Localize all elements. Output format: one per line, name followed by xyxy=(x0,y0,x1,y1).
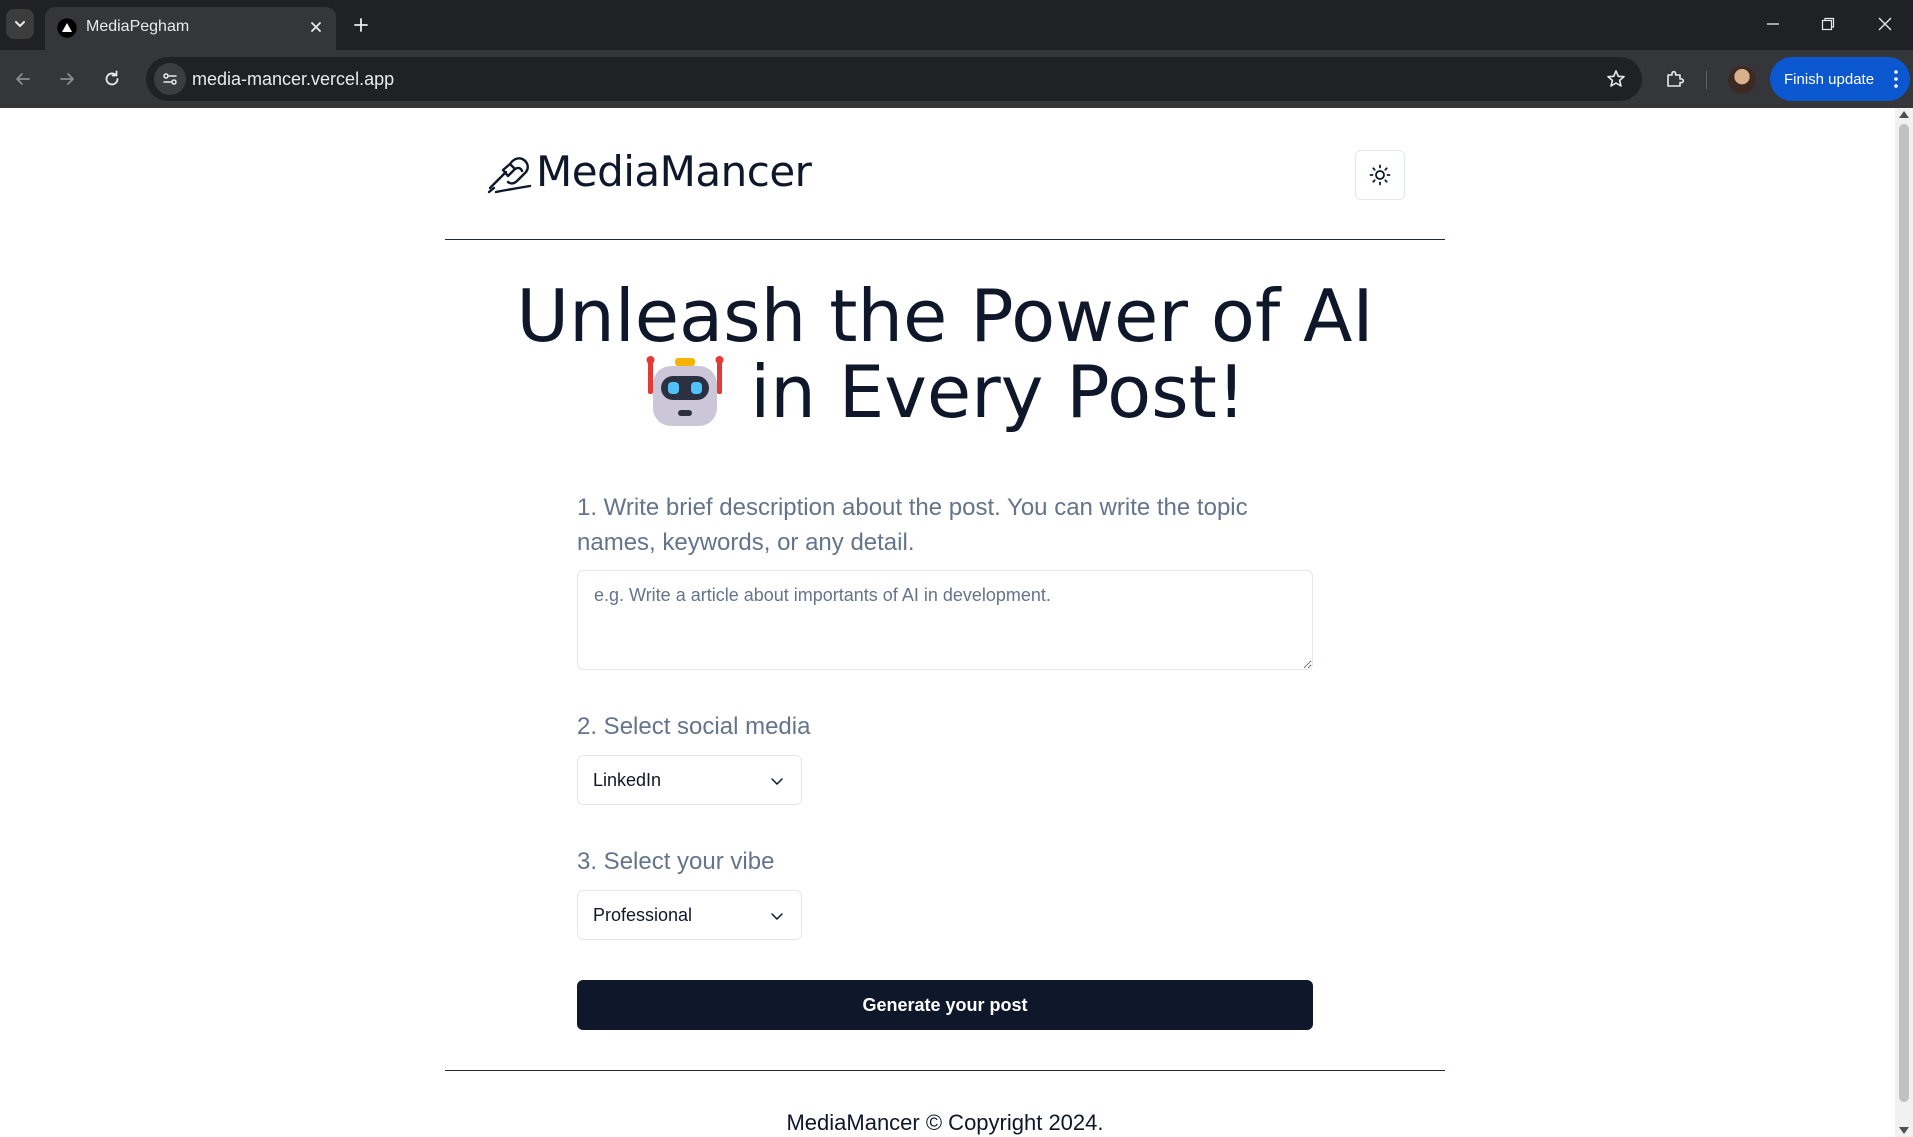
extensions-puzzle-icon[interactable] xyxy=(1658,62,1692,96)
tab-close-icon[interactable] xyxy=(304,15,328,39)
restore-icon[interactable] xyxy=(1802,6,1854,42)
theme-toggle-button[interactable] xyxy=(1355,150,1405,200)
profile-avatar[interactable] xyxy=(1728,66,1756,94)
vibe-select[interactable]: Professional xyxy=(577,890,802,940)
brand-logo[interactable]: MediaMancer xyxy=(486,146,812,196)
vibe-value: Professional xyxy=(593,904,693,925)
page-scrollbar[interactable] xyxy=(1895,108,1913,1137)
site-settings-icon[interactable] xyxy=(154,63,186,95)
social-media-label: 2. Select social media xyxy=(577,713,811,740)
back-arrow-icon[interactable] xyxy=(6,62,40,96)
brand-name: MediaMancer xyxy=(536,146,812,196)
chevron-down-icon xyxy=(771,778,783,785)
header-divider xyxy=(445,239,1445,240)
robot-icon xyxy=(646,356,724,426)
social-media-value: LinkedIn xyxy=(593,769,662,790)
social-media-select[interactable]: LinkedIn xyxy=(577,755,802,805)
page-viewport: MediaMancer Unleash the Power of AI in E… xyxy=(0,108,1913,1137)
sun-icon xyxy=(1369,164,1391,186)
forward-arrow-icon[interactable] xyxy=(50,62,84,96)
hero-heading: Unleash the Power of AI in Every Post! xyxy=(445,278,1445,430)
vercel-favicon-icon xyxy=(57,18,77,38)
chevron-down-icon xyxy=(771,913,783,920)
more-options-icon xyxy=(1894,70,1898,88)
tab-search-button[interactable] xyxy=(6,9,34,39)
footer-divider xyxy=(445,1070,1445,1071)
scroll-down-arrow-icon[interactable] xyxy=(1899,1127,1909,1134)
scroll-thumb[interactable] xyxy=(1899,124,1909,1102)
footer-copyright: MediaMancer © Copyright 2024. xyxy=(786,1110,1104,1135)
description-label: 1. Write brief description about the pos… xyxy=(577,494,1248,556)
browser-tab-bar: MediaPegham xyxy=(0,0,1913,50)
finish-update-button[interactable]: Finish update xyxy=(1770,57,1910,101)
hero-line-2: in Every Post! xyxy=(750,350,1246,434)
vibe-label: 3. Select your vibe xyxy=(577,848,775,875)
toolbar-divider xyxy=(1706,71,1707,89)
scroll-up-arrow-icon[interactable] xyxy=(1899,111,1909,118)
hero-line-2-wrap: in Every Post! xyxy=(445,354,1445,430)
new-tab-plus-icon[interactable] xyxy=(346,10,376,40)
minimize-icon[interactable] xyxy=(1747,6,1799,42)
hero-line-1: Unleash the Power of AI xyxy=(516,274,1374,358)
bookmark-star-icon[interactable] xyxy=(1604,67,1628,91)
description-textarea[interactable] xyxy=(577,570,1313,670)
address-bar[interactable]: media-mancer.vercel.app xyxy=(146,57,1642,101)
browser-toolbar: media-mancer.vercel.app Finish update xyxy=(0,50,1913,108)
close-window-icon[interactable] xyxy=(1859,6,1911,42)
chevron-down-icon xyxy=(15,21,25,27)
reload-icon[interactable] xyxy=(95,62,129,96)
browser-tab-active[interactable]: MediaPegham xyxy=(45,7,336,50)
writing-hand-icon xyxy=(487,157,532,194)
finish-update-label: Finish update xyxy=(1784,70,1875,88)
url-text[interactable]: media-mancer.vercel.app xyxy=(192,69,394,90)
generate-post-button[interactable]: Generate your post xyxy=(577,980,1313,1030)
tab-title: MediaPegham xyxy=(86,18,190,35)
